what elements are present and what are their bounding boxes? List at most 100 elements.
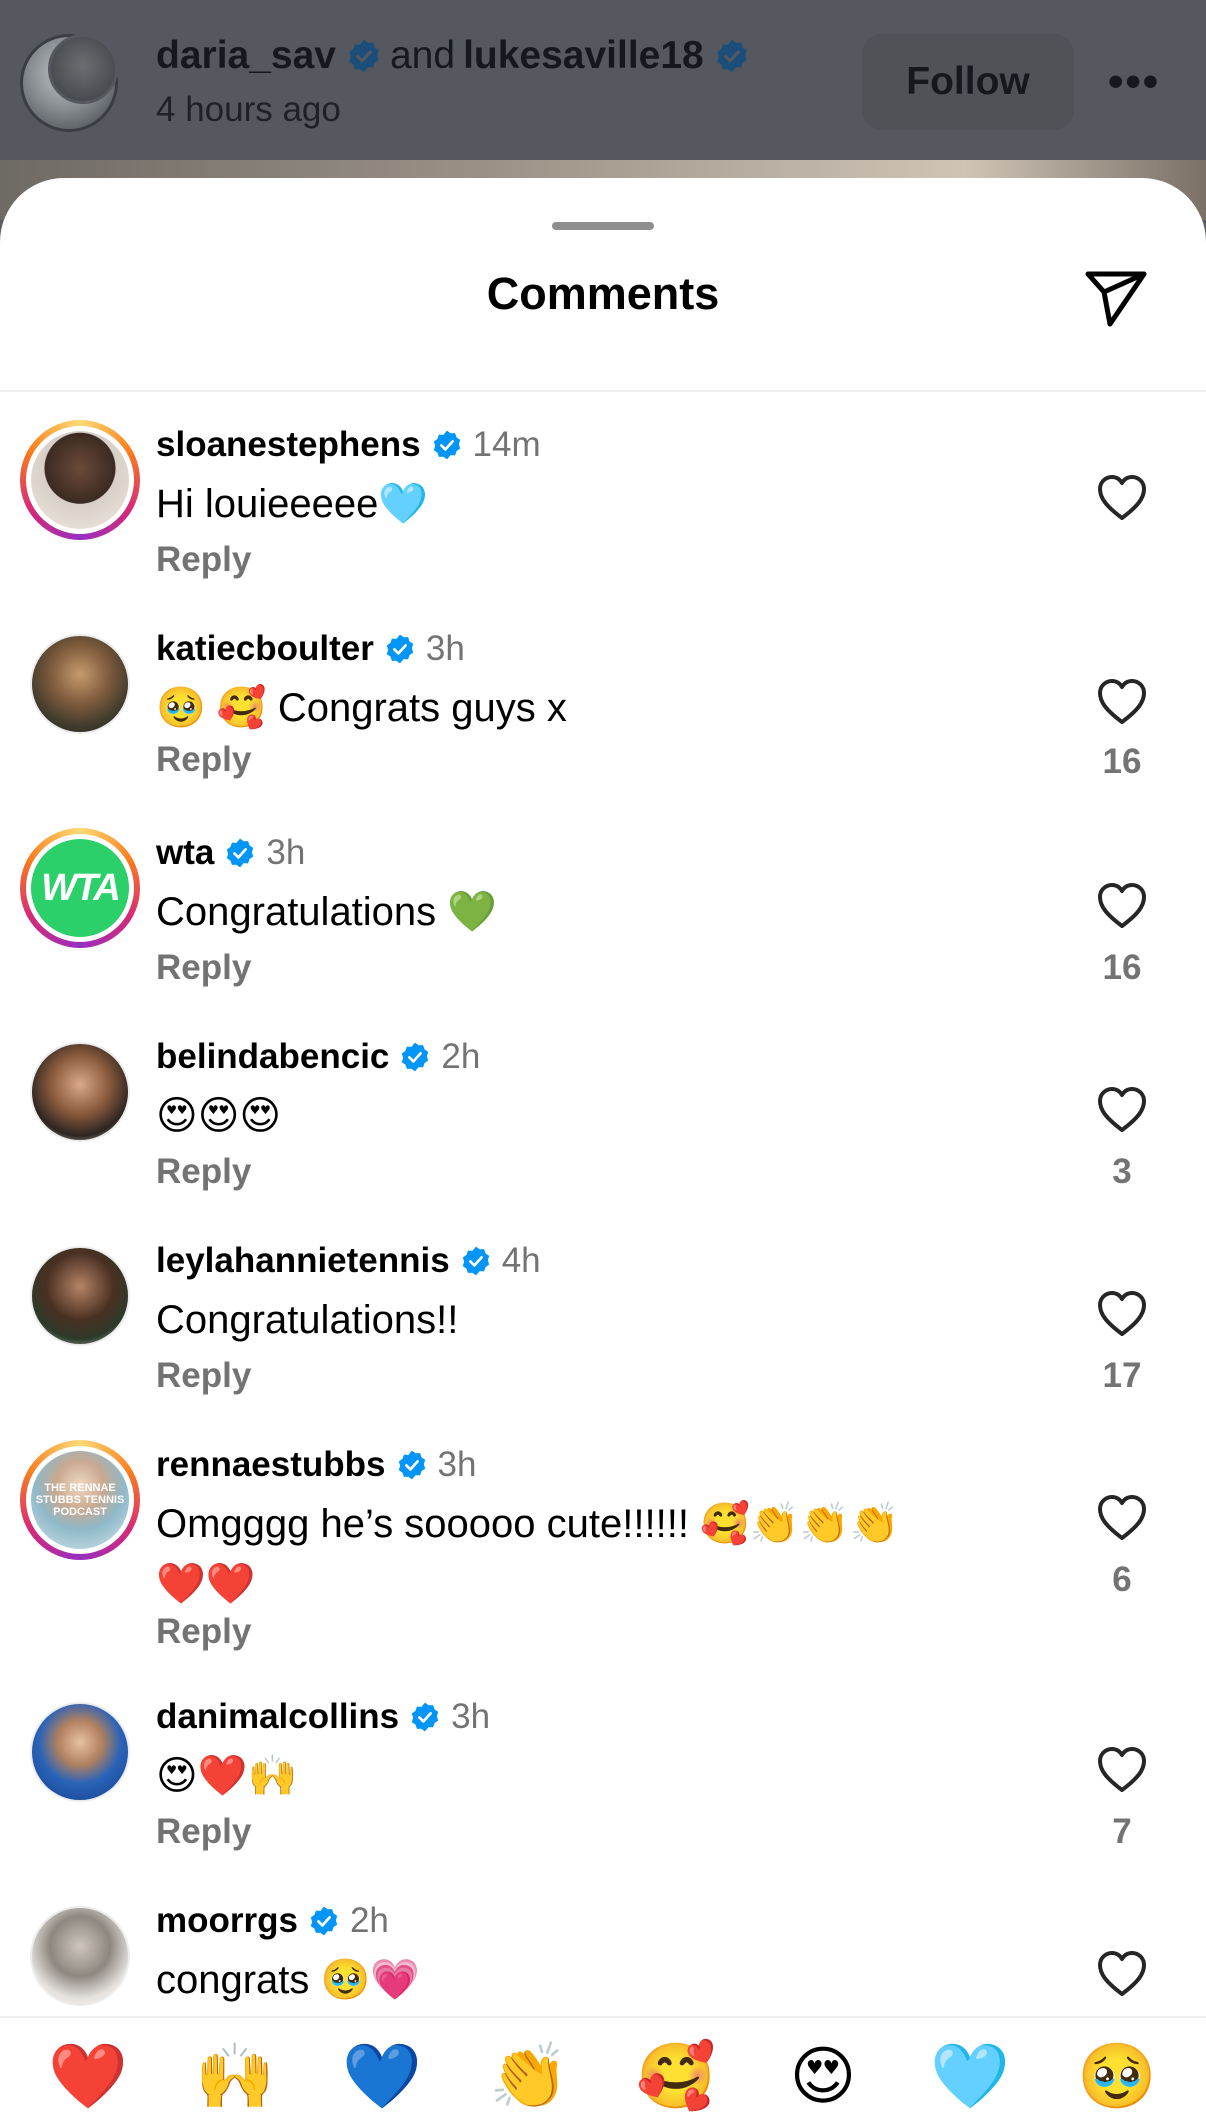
comment-time: 3h xyxy=(266,833,306,872)
verified-badge-icon xyxy=(398,1450,425,1480)
avatar[interactable] xyxy=(20,1032,140,1152)
comment-time: 3h xyxy=(437,1445,477,1484)
avatar[interactable]: THE RENNAE STUBBS TENNIS PODCAST xyxy=(20,1440,140,1560)
comment-text: Congratulations 💚 xyxy=(156,890,498,934)
like-count: 6 xyxy=(1112,1560,1132,1599)
comment-text: Omgggg he’s sooooo cute!!!!!! 🥰👏👏👏 ❤️❤️ xyxy=(156,1502,900,1606)
heart-icon[interactable] xyxy=(1096,474,1148,522)
verified-badge-icon xyxy=(349,39,379,73)
emoji-smiling-hearts[interactable]: 🥰 xyxy=(636,2036,716,2116)
heart-icon[interactable] xyxy=(1096,1950,1148,1998)
comment-text: Hi louieeeee🩵 xyxy=(156,482,429,526)
post-timestamp: 4 hours ago xyxy=(156,90,341,129)
comment-text: congrats 🥹💗 xyxy=(156,1958,421,2002)
comment-header: belindabencic 2h xyxy=(156,1032,480,1082)
comment-emoji: 🩵 xyxy=(378,482,429,526)
reply-button[interactable]: Reply xyxy=(156,1612,251,1652)
comment-emoji: 🥰👏👏👏 xyxy=(700,1502,900,1546)
post-header: daria_sav and lukesaville18 4 hours ago … xyxy=(0,0,1206,220)
comment-header: leylahannietennis 4h xyxy=(156,1236,541,1286)
like-count: 7 xyxy=(1112,1812,1132,1851)
comment-time: 2h xyxy=(349,1901,389,1940)
heart-icon[interactable] xyxy=(1096,1746,1148,1794)
comment-emoji: 🥹 🥰 xyxy=(156,686,267,730)
post-coauthor-username[interactable]: lukesaville18 xyxy=(463,34,704,78)
comment-username[interactable]: danimalcollins xyxy=(156,1697,399,1737)
comment-username[interactable]: katiecboulter xyxy=(156,629,374,669)
avatar[interactable] xyxy=(20,1236,140,1356)
avatar[interactable]: WTA xyxy=(20,828,140,948)
emoji-light-blue-heart[interactable]: 🩵 xyxy=(930,2036,1010,2116)
more-options-icon[interactable]: ••• xyxy=(1108,60,1160,104)
wta-logo: WTA xyxy=(31,839,129,937)
sheet-grabber[interactable] xyxy=(552,222,654,230)
verified-badge-icon xyxy=(402,1042,429,1072)
verified-badge-icon xyxy=(386,634,414,664)
comment-username[interactable]: wta xyxy=(156,833,214,873)
emoji-raising-hands[interactable]: 🙌 xyxy=(195,2036,275,2116)
emoji-clapping-hands[interactable]: 👏 xyxy=(489,2036,569,2116)
reply-button[interactable]: Reply xyxy=(156,1356,251,1396)
avatar[interactable] xyxy=(20,1692,140,1812)
comment-username[interactable]: leylahannietennis xyxy=(156,1241,450,1281)
emoji-reaction-bar: ❤️ 🙌 💙 👏 🥰 😍 🩵 🥹 xyxy=(0,2016,1206,2124)
comment-header: rennaestubbs 3h xyxy=(156,1440,476,1490)
comments-sheet: Comments sloanestephens 14m Hi louieeeee… xyxy=(0,178,1206,2124)
verified-badge-icon xyxy=(227,838,254,868)
verified-badge-icon xyxy=(433,430,460,460)
reply-button[interactable]: Reply xyxy=(156,948,251,988)
share-icon[interactable] xyxy=(1080,262,1152,334)
verified-badge-icon xyxy=(716,39,747,73)
comment-text: 😍❤️🙌 xyxy=(156,1754,298,1798)
rennae-podcast-logo: THE RENNAE STUBBS TENNIS PODCAST xyxy=(31,1451,129,1549)
reply-button[interactable]: Reply xyxy=(156,740,251,780)
comment-emoji: 🥹💗 xyxy=(320,1958,421,2002)
comment-username[interactable]: rennaestubbs xyxy=(156,1445,386,1485)
reply-button[interactable]: Reply xyxy=(156,1152,251,1192)
comment-time: 14m xyxy=(472,425,541,464)
post-author-username[interactable]: daria_sav xyxy=(156,34,336,78)
avatar[interactable] xyxy=(20,624,140,744)
heart-icon[interactable] xyxy=(1096,1494,1148,1542)
comment-username[interactable]: sloanestephens xyxy=(156,425,421,465)
verified-badge-icon xyxy=(310,1906,338,1936)
heart-icon[interactable] xyxy=(1096,1086,1148,1134)
comment-emoji: 💚 xyxy=(447,890,498,934)
header-divider xyxy=(0,390,1206,392)
follow-button[interactable]: Follow xyxy=(862,34,1074,130)
avatar[interactable] xyxy=(20,1896,140,2016)
like-count: 3 xyxy=(1112,1152,1132,1191)
like-count: 16 xyxy=(1102,742,1142,781)
sheet-title: Comments xyxy=(486,268,720,319)
emoji-red-heart[interactable]: ❤️ xyxy=(48,2036,128,2116)
comment-header: katiecboulter 3h xyxy=(156,624,465,674)
comment-text: Congratulations!! xyxy=(156,1298,459,1342)
like-count: 17 xyxy=(1102,1356,1142,1395)
heart-icon[interactable] xyxy=(1096,1290,1148,1338)
emoji-heart-eyes[interactable]: 😍 xyxy=(783,2036,863,2116)
comment-text: 🥹 🥰 Congrats guys x xyxy=(156,686,567,730)
comment-time: 4h xyxy=(501,1241,541,1280)
heart-icon[interactable] xyxy=(1096,678,1148,726)
heart-icon[interactable] xyxy=(1096,882,1148,930)
comment-time: 3h xyxy=(425,629,465,668)
and-label: and xyxy=(389,34,456,77)
reply-button[interactable]: Reply xyxy=(156,1812,251,1852)
emoji-blue-heart[interactable]: 💙 xyxy=(342,2036,422,2116)
post-coauthor-avatar[interactable] xyxy=(48,34,118,104)
avatar[interactable] xyxy=(20,420,140,540)
comment-emoji: ❤️❤️ xyxy=(156,1562,256,1606)
comment-header: moorrgs 2h xyxy=(156,1896,389,1946)
post-authors: daria_sav and lukesaville18 xyxy=(156,34,750,78)
like-count: 16 xyxy=(1102,948,1142,987)
verified-badge-icon xyxy=(411,1702,439,1732)
reply-button[interactable]: Reply xyxy=(156,540,251,580)
comment-username[interactable]: belindabencic xyxy=(156,1037,389,1077)
comment-header: danimalcollins 3h xyxy=(156,1692,490,1742)
comment-header: wta 3h xyxy=(156,828,305,878)
comment-text: 😍😍😍 xyxy=(156,1094,282,1138)
verified-badge-icon xyxy=(462,1246,489,1276)
comment-username[interactable]: moorrgs xyxy=(156,1901,298,1941)
emoji-pleading-face[interactable]: 🥹 xyxy=(1077,2036,1157,2116)
comment-time: 3h xyxy=(451,1697,491,1736)
